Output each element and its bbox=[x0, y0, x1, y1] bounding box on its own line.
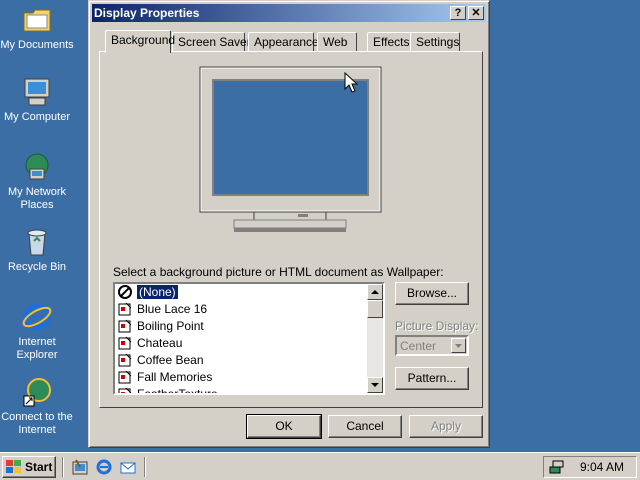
bitmap-icon bbox=[118, 302, 132, 316]
internet-explorer-icon bbox=[22, 303, 52, 331]
connect-to-internet-label: Connect to the Internet bbox=[1, 411, 73, 436]
tab-screen-saver[interactable]: Screen Saver bbox=[172, 32, 251, 52]
ok-button[interactable]: OK bbox=[246, 414, 322, 439]
scroll-down-button[interactable] bbox=[367, 377, 383, 393]
wallpaper-name: Blue Lace 16 bbox=[137, 302, 208, 316]
my-network-places-label: My Network Places bbox=[7, 186, 67, 211]
wallpaper-listbox[interactable]: (None) Blue Lace 16 Boiling Point Chatea… bbox=[113, 282, 385, 395]
desktop-icon-recycle-bin[interactable]: Recycle Bin bbox=[0, 226, 74, 274]
recycle-bin-label: Recycle Bin bbox=[7, 261, 67, 273]
list-item[interactable]: Coffee Bean bbox=[115, 352, 383, 369]
desktop-icon-my-network-places[interactable]: My Network Places bbox=[0, 151, 74, 212]
picture-display-value: Center bbox=[400, 339, 437, 353]
list-item[interactable]: Blue Lace 16 bbox=[115, 301, 383, 318]
taskbar: Start 9:04 AM bbox=[0, 452, 640, 480]
network-tray-icon[interactable] bbox=[548, 459, 564, 475]
taskbar-divider bbox=[144, 457, 146, 477]
tab-appearance[interactable]: Appearance bbox=[248, 32, 319, 52]
list-item[interactable]: Fall Memories bbox=[115, 369, 383, 386]
bitmap-icon bbox=[118, 353, 132, 367]
bitmap-icon bbox=[118, 387, 132, 393]
desktop-icon-connect-to-internet[interactable]: Connect to the Internet bbox=[0, 376, 74, 437]
clock[interactable]: 9:04 AM bbox=[580, 460, 624, 474]
wallpaper-name: Chateau bbox=[137, 336, 183, 350]
taskbar-divider bbox=[62, 457, 64, 477]
outlook-express-icon[interactable] bbox=[120, 459, 136, 475]
start-label: Start bbox=[25, 460, 53, 474]
desktop-icon-my-documents[interactable]: My Documents bbox=[0, 4, 74, 52]
windows-logo-icon bbox=[6, 460, 21, 473]
tab-settings[interactable]: Settings bbox=[410, 32, 460, 52]
start-button[interactable]: Start bbox=[2, 456, 56, 478]
list-item[interactable]: (None) bbox=[115, 284, 383, 301]
show-desktop-icon[interactable] bbox=[72, 459, 88, 475]
wallpaper-name: Boiling Point bbox=[137, 319, 204, 333]
picture-display-select[interactable]: Center bbox=[395, 335, 469, 356]
bitmap-icon bbox=[118, 319, 132, 333]
wallpaper-name: FeatherTexture bbox=[137, 387, 218, 395]
none-icon bbox=[118, 285, 132, 299]
wallpaper-name: (None) bbox=[136, 284, 179, 300]
chevron-down-icon bbox=[455, 344, 462, 348]
title-bar[interactable]: Display Properties ? ✕ bbox=[92, 4, 486, 22]
scroll-thumb[interactable] bbox=[367, 300, 383, 318]
computer-icon bbox=[24, 78, 50, 106]
tab-web[interactable]: Web bbox=[317, 32, 357, 52]
system-tray: 9:04 AM bbox=[543, 456, 637, 478]
listbox-scrollbar[interactable] bbox=[367, 284, 383, 393]
help-button[interactable]: ? bbox=[450, 6, 466, 20]
my-computer-label: My Computer bbox=[3, 111, 71, 123]
internet-explorer-icon[interactable] bbox=[96, 459, 112, 475]
dialog-title: Display Properties bbox=[94, 6, 200, 20]
browse-button[interactable]: Browse... bbox=[395, 282, 469, 305]
arrow-down-icon bbox=[371, 383, 379, 387]
desktop-icon-internet-explorer[interactable]: Internet Explorer bbox=[0, 301, 74, 362]
my-documents-label: My Documents bbox=[0, 39, 74, 51]
arrow-up-icon bbox=[371, 290, 379, 294]
network-icon bbox=[25, 153, 49, 180]
recycle-bin-icon bbox=[27, 229, 47, 256]
list-item[interactable]: Chateau bbox=[115, 335, 383, 352]
connect-internet-icon bbox=[23, 378, 51, 407]
bitmap-icon bbox=[118, 370, 132, 384]
wallpaper-name: Fall Memories bbox=[137, 370, 213, 384]
dropdown-button[interactable] bbox=[451, 338, 466, 353]
folder-icon bbox=[23, 9, 51, 32]
list-item[interactable]: Boiling Point bbox=[115, 318, 383, 335]
pattern-button[interactable]: Pattern... bbox=[395, 367, 469, 390]
list-item[interactable]: FeatherTexture bbox=[115, 386, 383, 395]
tab-effects[interactable]: Effects bbox=[367, 32, 414, 52]
picture-display-label: Picture Display: bbox=[395, 319, 479, 333]
close-button[interactable]: ✕ bbox=[468, 6, 484, 20]
bitmap-icon bbox=[118, 336, 132, 350]
apply-button[interactable]: Apply bbox=[409, 415, 483, 438]
mouse-cursor-icon bbox=[344, 72, 358, 93]
internet-explorer-label: Internet Explorer bbox=[16, 336, 58, 361]
scroll-up-button[interactable] bbox=[367, 284, 383, 300]
wallpaper-name: Coffee Bean bbox=[137, 353, 204, 367]
cancel-button[interactable]: Cancel bbox=[328, 415, 402, 438]
wallpaper-prompt-label: Select a background picture or HTML docu… bbox=[113, 265, 444, 279]
tab-background[interactable]: Background bbox=[105, 30, 175, 53]
display-properties-dialog: Display Properties ? ✕ Background Screen… bbox=[88, 0, 490, 448]
desktop-icon-my-computer[interactable]: My Computer bbox=[0, 76, 74, 124]
